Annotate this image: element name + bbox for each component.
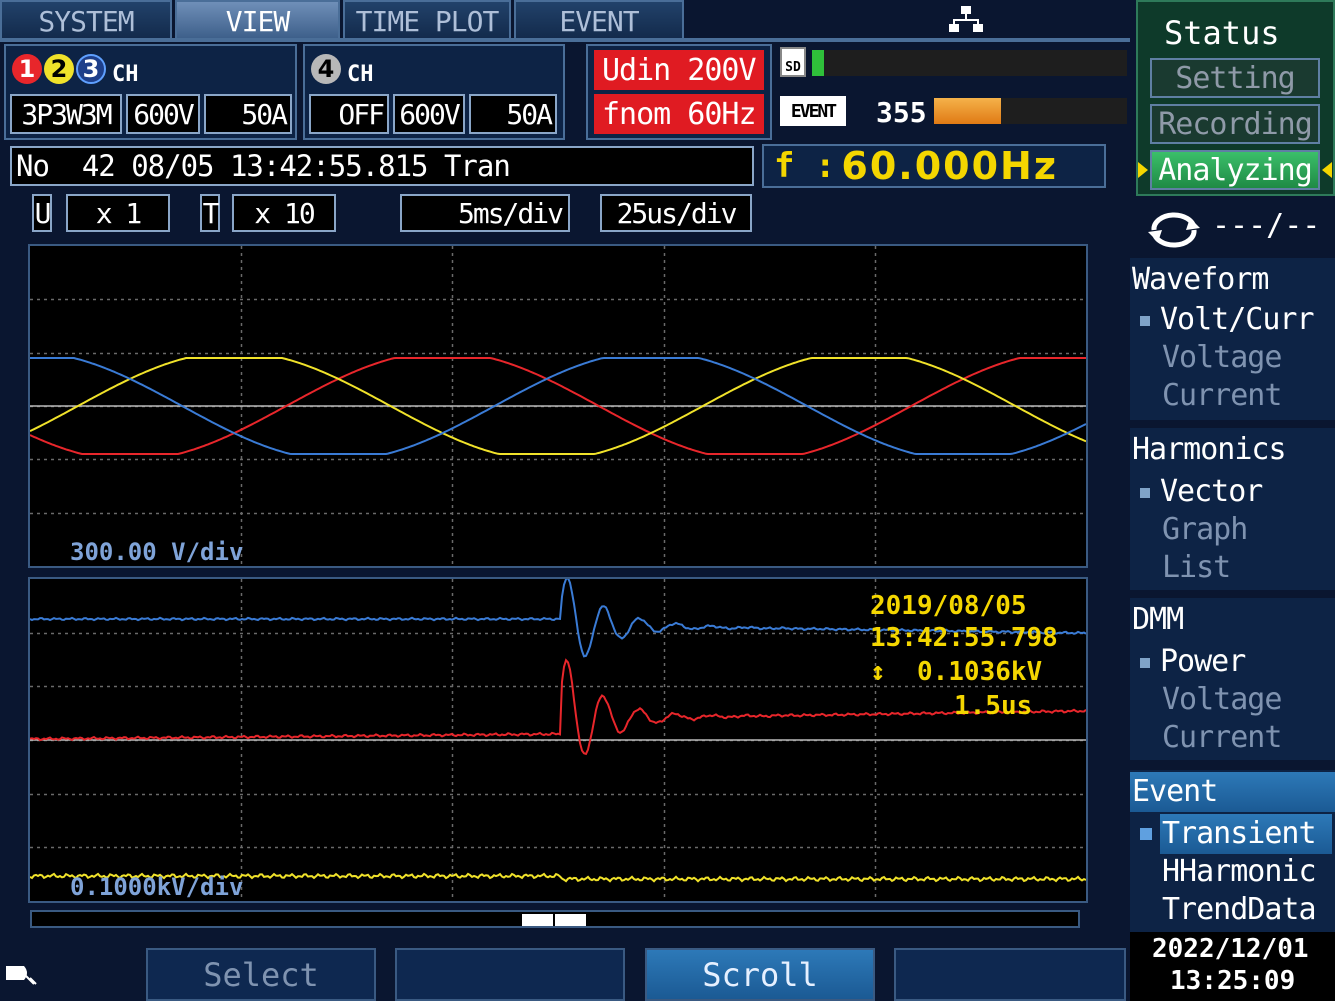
menu-item-dmm-current[interactable]: Current: [1162, 720, 1282, 755]
channel-123-label: CH: [112, 62, 139, 87]
tab-view[interactable]: VIEW: [175, 0, 340, 40]
tab-underline: [0, 38, 1130, 42]
menu-event-bullet-icon: [1140, 828, 1152, 840]
menu-waveform-title: Waveform: [1132, 262, 1270, 297]
scroll-position-bar[interactable]: [30, 910, 1080, 928]
menu-item-graph[interactable]: Graph: [1162, 512, 1248, 547]
analyzing-button[interactable]: Analyzing: [1150, 150, 1320, 190]
ch4-current-range: 50A: [469, 94, 557, 134]
event-info-line: No 42 08/05 13:42:55.815 Tran: [10, 146, 754, 186]
transient-time: 13:42:55.798: [870, 623, 1058, 653]
analyzing-arrow-right-icon: [1322, 162, 1332, 178]
event-count: 355: [876, 96, 927, 129]
menu-item-power[interactable]: Power: [1140, 644, 1246, 679]
clock-date: 2022/12/01: [1152, 934, 1309, 964]
keylock-icon: [4, 958, 40, 990]
time-div-upper[interactable]: 5ms/div: [400, 194, 570, 232]
menu-item-volt-curr[interactable]: Volt/Curr: [1140, 302, 1315, 337]
sd-card-icon: SD: [780, 47, 806, 77]
tab-event[interactable]: EVENT: [514, 0, 684, 40]
t-scale-label: T: [200, 194, 220, 232]
menu-dmm-title: DMM: [1132, 602, 1184, 637]
channel-123-panel[interactable]: 1 2 3 CH 3P3W3M 600V 50A: [4, 44, 297, 140]
channel-4-badge: 4: [311, 54, 341, 84]
menu-harmonics-title: Harmonics: [1132, 432, 1287, 467]
channel-2-badge: 2: [44, 54, 74, 84]
nominal-settings-panel: Udin 200V fnom 60Hz: [586, 44, 772, 140]
clock-time: 13:25:09: [1170, 966, 1296, 996]
frequency-value: 60.000Hz: [841, 144, 1058, 188]
setting-button[interactable]: Setting: [1150, 58, 1320, 98]
sd-usage-bar: [812, 50, 1127, 76]
t-scale-value[interactable]: x 10: [232, 194, 336, 232]
tab-system[interactable]: SYSTEM: [0, 0, 172, 40]
channel-4-panel[interactable]: 4 CH OFF 600V 50A: [303, 44, 565, 140]
menu-item-dmm-voltage[interactable]: Voltage: [1162, 682, 1282, 717]
voltage-waveform-graph[interactable]: 300.00 V/div: [28, 244, 1088, 568]
menu-item-vector[interactable]: Vector: [1140, 474, 1263, 509]
ch4-wiring: OFF: [309, 94, 389, 134]
menu-item-transient[interactable]: Transient: [1160, 814, 1332, 854]
ch123-wiring: 3P3W3M: [10, 94, 122, 134]
f4-button[interactable]: [894, 948, 1126, 1001]
time-div-lower[interactable]: 25us/div: [600, 194, 752, 232]
menu-item-trenddata[interactable]: TrendData: [1162, 892, 1317, 927]
lower-scale-label: 0.1000kV/div: [70, 873, 244, 901]
fnom-value: fnom 60Hz: [594, 94, 764, 134]
f1-select-button[interactable]: Select: [146, 948, 376, 1001]
recording-button[interactable]: Recording: [1150, 104, 1320, 144]
transient-peak: ↕ 0.1036kV: [870, 657, 1043, 687]
ch123-voltage-range: 600V: [126, 94, 200, 134]
transient-width: 1.5us: [954, 691, 1033, 721]
frequency-readout: f : 60.000Hz: [762, 144, 1106, 188]
f3-scroll-button[interactable]: Scroll: [645, 948, 875, 1001]
ch4-voltage-range: 600V: [393, 94, 465, 134]
u-scale-value[interactable]: x 1: [66, 194, 170, 232]
menu-event-title: Event: [1130, 772, 1335, 812]
tab-time-plot[interactable]: TIME PLOT: [343, 0, 511, 40]
event-usage-bar: [934, 98, 1127, 124]
udin-value: Udin 200V: [594, 50, 764, 90]
voltage-waveform-plot: [30, 246, 1086, 566]
f2-button[interactable]: [395, 948, 625, 1001]
channel-4-label: CH: [347, 62, 374, 87]
channel-3-badge: 3: [76, 54, 106, 84]
status-title: Status: [1164, 14, 1280, 52]
transient-waveform-graph[interactable]: 2019/08/05 13:42:55.798 ↕ 0.1036kV 1.5us…: [28, 577, 1088, 903]
u-scale-label: U: [32, 194, 52, 232]
analyzing-arrow-left-icon: [1138, 162, 1148, 178]
event-label-icon: EVENT: [780, 96, 846, 126]
menu-item-waveform-voltage[interactable]: Voltage: [1162, 340, 1282, 375]
ch123-current-range: 50A: [204, 94, 292, 134]
network-icon: [948, 4, 984, 36]
phase-rotation-icon: [1146, 210, 1202, 250]
upper-scale-label: 300.00 V/div: [70, 538, 244, 566]
menu-item-hharmonic[interactable]: HHarmonic: [1162, 854, 1317, 889]
transient-date: 2019/08/05: [870, 591, 1027, 621]
menu-item-list[interactable]: List: [1162, 550, 1231, 585]
channel-1-badge: 1: [12, 54, 42, 84]
frequency-label: f :: [774, 146, 836, 186]
menu-item-waveform-current[interactable]: Current: [1162, 378, 1282, 413]
